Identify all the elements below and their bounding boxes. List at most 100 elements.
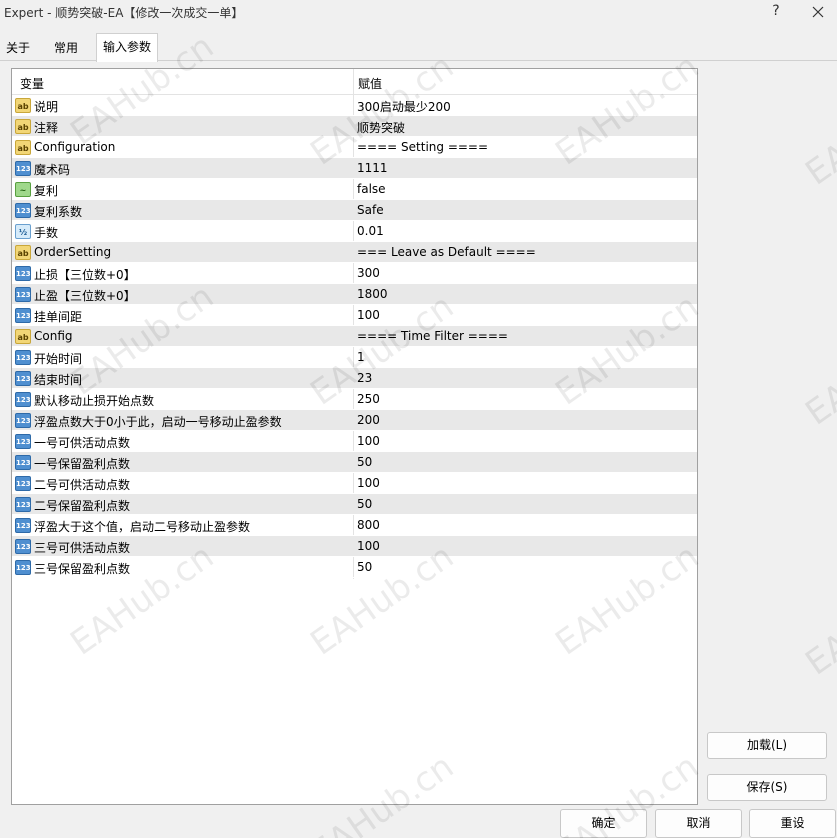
parameter-row[interactable]: 123 默认移动止损开始点数 250 — [12, 389, 697, 410]
parameter-value[interactable]: 1111 — [357, 161, 388, 175]
parameter-name: 一号可供活动点数 — [34, 436, 131, 450]
parameter-row[interactable]: 123 浮盈大于这个值，启动二号移动止盈参数 800 — [12, 515, 697, 536]
grid-rows: ab 说明 300启动最少200 ab 注释 顺势突破 ab Configuration ===… — [12, 95, 697, 578]
parameter-name: 二号保留盈利点数 — [34, 499, 131, 513]
parameter-name: 一号保留盈利点数 — [34, 457, 131, 471]
parameter-value[interactable]: 50 — [357, 455, 372, 469]
parameter-name: 浮盈大于这个值，启动二号移动止盈参数 — [34, 520, 251, 534]
parameter-value[interactable]: 50 — [357, 497, 372, 511]
parameter-name: Config — [34, 329, 73, 343]
column-header-variable[interactable]: 变量 — [20, 75, 44, 92]
parameter-value[interactable]: 800 — [357, 518, 380, 532]
integer-type-icon: 123 — [15, 371, 31, 386]
parameter-value[interactable]: 1800 — [357, 287, 388, 301]
parameter-row[interactable]: ab 注释 顺势突破 — [12, 116, 697, 137]
parameter-name: 止盈【三位数+0】 — [34, 289, 136, 303]
parameter-row[interactable]: 123 三号保留盈利点数 50 — [12, 557, 697, 578]
parameter-name: 三号可供活动点数 — [34, 541, 131, 555]
integer-type-icon: 123 — [15, 413, 31, 428]
integer-type-icon: 123 — [15, 203, 31, 218]
integer-type-icon: 123 — [15, 497, 31, 512]
watermark-text: EAHub.cn — [798, 66, 837, 194]
parameter-value[interactable]: false — [357, 182, 386, 196]
parameter-name: 复利系数 — [34, 205, 83, 219]
parameter-name: 浮盈点数大于0小于此，启动一号移动止盈参数 — [34, 415, 282, 429]
tab-common[interactable]: 常用 — [48, 37, 84, 61]
load-button[interactable]: 加载(L) — [707, 732, 827, 759]
reset-button[interactable]: 重设 — [749, 809, 836, 838]
parameter-value[interactable]: 100 — [357, 476, 380, 490]
parameter-row[interactable]: ½ 手数 0.01 — [12, 221, 697, 242]
parameter-value[interactable]: 300 — [357, 266, 380, 280]
parameter-row[interactable]: 123 魔术码 1111 — [12, 158, 697, 179]
parameter-row[interactable]: ab Config ==== Time Filter ==== — [12, 326, 697, 347]
parameter-value[interactable]: 23 — [357, 371, 372, 385]
parameter-value[interactable]: 顺势突破 — [357, 119, 405, 136]
parameter-name: 说明 — [34, 100, 59, 114]
text-type-icon: ab — [15, 119, 31, 134]
parameter-row[interactable]: 123 复利系数 Safe — [12, 200, 697, 221]
watermark-text: EAHub.cn — [798, 306, 837, 434]
parameter-value[interactable]: ==== Time Filter ==== — [357, 329, 508, 343]
parameter-row[interactable]: ab Configuration ==== Setting ==== — [12, 137, 697, 158]
parameter-name: 止损【三位数+0】 — [34, 268, 136, 282]
parameter-name: OrderSetting — [34, 245, 112, 259]
parameter-value[interactable]: ==== Setting ==== — [357, 140, 488, 154]
parameter-row[interactable]: 123 三号可供活动点数 100 — [12, 536, 697, 557]
parameter-name: 魔术码 — [34, 163, 71, 177]
parameter-value[interactable]: 250 — [357, 392, 380, 406]
ok-button[interactable]: 确定 — [560, 809, 647, 838]
grid-header: 变量 赋值 — [12, 69, 697, 95]
integer-type-icon: 123 — [15, 287, 31, 302]
text-type-icon: ab — [15, 329, 31, 344]
parameter-value[interactable]: 50 — [357, 560, 372, 574]
parameter-row[interactable]: ab OrderSetting === Leave as Default ==== — [12, 242, 697, 263]
parameter-value[interactable]: Safe — [357, 203, 384, 217]
parameter-name: 二号可供活动点数 — [34, 478, 131, 492]
parameter-row[interactable]: ab 说明 300启动最少200 — [12, 95, 697, 116]
parameter-value[interactable]: 100 — [357, 308, 380, 322]
parameter-row[interactable]: 123 浮盈点数大于0小于此，启动一号移动止盈参数 200 — [12, 410, 697, 431]
tab-about[interactable]: 关于 — [0, 37, 36, 61]
help-button[interactable]: ? — [764, 0, 788, 22]
parameter-name: 注释 — [34, 121, 59, 135]
parameter-row[interactable]: 123 一号保留盈利点数 50 — [12, 452, 697, 473]
parameter-row[interactable]: 123 二号保留盈利点数 50 — [12, 494, 697, 515]
watermark-text: EAHub.cn — [798, 556, 837, 684]
parameter-name: 手数 — [34, 226, 59, 240]
parameter-value[interactable]: 300启动最少200 — [357, 98, 451, 115]
integer-type-icon: 123 — [15, 308, 31, 323]
cancel-button[interactable]: 取消 — [655, 809, 742, 838]
parameter-name: 挂单间距 — [34, 310, 83, 324]
parameter-row[interactable]: 123 结束时间 23 — [12, 368, 697, 389]
parameters-grid[interactable]: 变量 赋值 ab 说明 300启动最少200 ab 注释 顺势突破 ab Configurat… — [11, 68, 698, 805]
tab-bar: 关于 常用 输入参数 — [0, 33, 837, 62]
parameter-value[interactable]: 200 — [357, 413, 380, 427]
parameter-row[interactable]: 123 开始时间 1 — [12, 347, 697, 368]
parameter-value[interactable]: === Leave as Default ==== — [357, 245, 536, 259]
text-type-icon: ab — [15, 245, 31, 260]
integer-type-icon: 123 — [15, 350, 31, 365]
parameter-value[interactable]: 100 — [357, 539, 380, 553]
save-button[interactable]: 保存(S) — [707, 774, 827, 801]
parameter-row[interactable]: ~ 复利 false — [12, 179, 697, 200]
parameter-name: 三号保留盈利点数 — [34, 562, 131, 576]
column-header-value[interactable]: 赋值 — [358, 75, 382, 92]
parameter-row[interactable]: 123 止盈【三位数+0】 1800 — [12, 284, 697, 305]
parameter-value[interactable]: 1 — [357, 350, 365, 364]
parameter-name: 复利 — [34, 184, 59, 198]
parameter-row[interactable]: 123 止损【三位数+0】 300 — [12, 263, 697, 284]
parameter-value[interactable]: 100 — [357, 434, 380, 448]
window-title: Expert - 顺势突破-EA【修改一次成交一单】 — [4, 6, 244, 20]
parameter-row[interactable]: 123 一号可供活动点数 100 — [12, 431, 697, 452]
close-button[interactable] — [800, 0, 836, 22]
double-type-icon: ½ — [15, 224, 31, 239]
parameter-name: 开始时间 — [34, 352, 83, 366]
parameter-name: 默认移动止损开始点数 — [34, 394, 155, 408]
parameter-row[interactable]: 123 挂单间距 100 — [12, 305, 697, 326]
integer-type-icon: 123 — [15, 266, 31, 281]
parameter-row[interactable]: 123 二号可供活动点数 100 — [12, 473, 697, 494]
title-bar: Expert - 顺势突破-EA【修改一次成交一单】 ? — [0, 0, 837, 24]
parameter-value[interactable]: 0.01 — [357, 224, 384, 238]
tab-inputs[interactable]: 输入参数 — [96, 33, 159, 62]
